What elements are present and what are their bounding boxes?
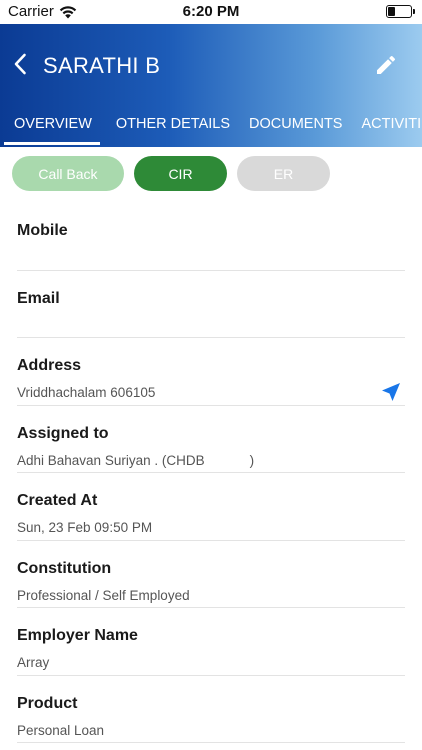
- tab-label: ACTIVITIES: [361, 116, 422, 132]
- back-button[interactable]: [8, 50, 32, 78]
- er-button[interactable]: ER: [237, 156, 330, 191]
- field-assigned-to: Assigned to Adhi Bahavan Suriyan . (CHDB…: [17, 406, 405, 473]
- field-value: Sun, 23 Feb 09:50 PM: [17, 520, 153, 535]
- field-label: Product: [17, 694, 78, 712]
- edit-button[interactable]: [372, 51, 400, 79]
- field-created-at: Created At Sun, 23 Feb 09:50 PM: [17, 473, 405, 541]
- field-label: Address: [17, 357, 82, 374]
- field-email: Email: [17, 271, 405, 338]
- tab-label: OVERVIEW: [14, 116, 92, 132]
- tab-activities[interactable]: ACTIVITIES: [361, 110, 422, 147]
- field-address: Address Vriddhachalam 606105: [17, 338, 405, 406]
- status-time: 6:20 PM: [182, 3, 240, 20]
- call-back-button[interactable]: Call Back: [12, 156, 124, 191]
- cir-button[interactable]: CIR: [134, 156, 227, 191]
- field-value: Professional / Self Employed: [17, 587, 190, 603]
- field-mobile: Mobile: [17, 203, 405, 271]
- field-value: Personal Loan: [17, 722, 105, 738]
- field-label: Mobile: [17, 222, 68, 239]
- overview-fields: Mobile Email Address Vriddhachalam 60610…: [17, 203, 405, 743]
- field-value: Adhi Bahavan Suriyan . (CHDB ): [17, 452, 255, 468]
- field-value: Vriddhachalam 606105: [17, 385, 156, 400]
- lead-header: SARATHI B OVERVIEW OTHER DETAILS DOCUMEN…: [0, 24, 422, 147]
- field-constitution: Constitution Professional / Self Employe…: [17, 541, 405, 608]
- lead-status-pills: Call Back CIR ER: [12, 156, 330, 191]
- field-value: Array: [17, 655, 50, 670]
- page-title: SARATHI B: [43, 53, 161, 78]
- field-label: Constitution: [17, 559, 112, 577]
- tab-documents[interactable]: DOCUMENTS: [249, 110, 342, 147]
- battery-icon: [386, 5, 415, 18]
- field-employer-name: Employer Name Array: [17, 608, 405, 676]
- pencil-icon: [377, 55, 396, 74]
- battery-level-fill: [388, 7, 395, 16]
- tab-other-details[interactable]: OTHER DETAILS: [116, 110, 230, 147]
- status-bar: Carrier 6:20 PM: [0, 0, 422, 24]
- field-label: Employer Name: [17, 627, 138, 644]
- navigate-icon[interactable]: [379, 380, 403, 404]
- field-product: Product Personal Loan: [17, 676, 405, 743]
- tab-label: DOCUMENTS: [249, 116, 343, 132]
- tab-bar: OVERVIEW OTHER DETAILS DOCUMENTS ACTIVIT…: [0, 110, 422, 147]
- field-label: Assigned to: [17, 424, 109, 442]
- field-label: Created At: [17, 492, 98, 509]
- tab-label: OTHER DETAILS: [115, 116, 231, 132]
- tab-overview[interactable]: OVERVIEW: [4, 110, 100, 147]
- field-label: Email: [17, 289, 60, 307]
- chevron-left-icon: [14, 53, 26, 75]
